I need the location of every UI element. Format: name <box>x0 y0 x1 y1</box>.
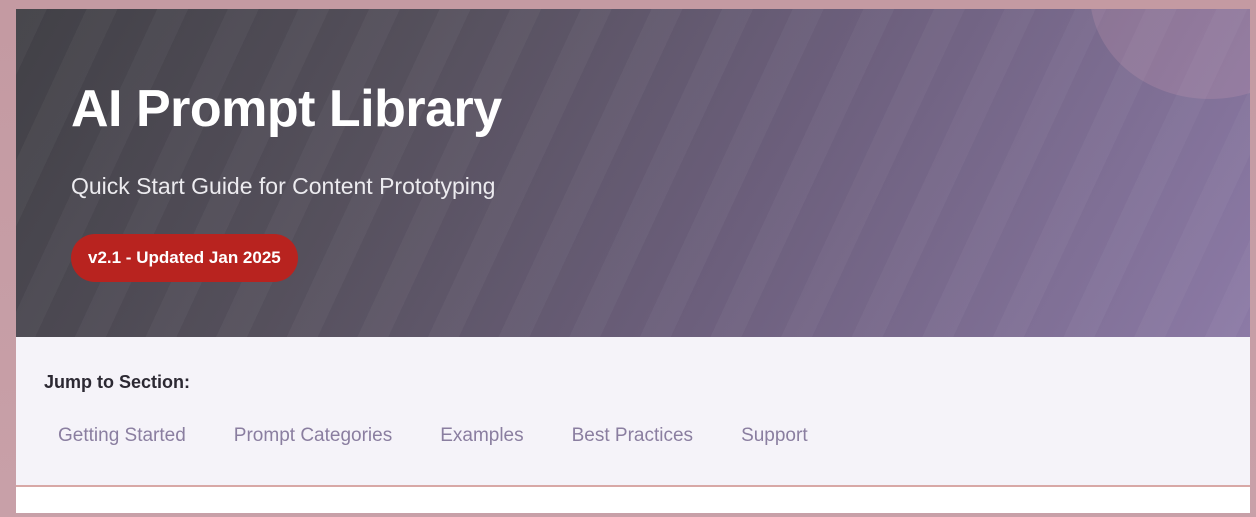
nav-item: Examples <box>440 423 523 449</box>
content-area <box>16 487 1250 513</box>
section-navigation: Jump to Section: Getting Started Prompt … <box>16 337 1250 487</box>
hero-banner: AI Prompt Library Quick Start Guide for … <box>16 9 1250 337</box>
nav-link-prompt-categories[interactable]: Prompt Categories <box>234 425 392 446</box>
browser-frame: AI Prompt Library Quick Start Guide for … <box>0 0 1256 517</box>
nav-item: Prompt Categories <box>234 423 392 449</box>
nav-link-getting-started[interactable]: Getting Started <box>58 425 186 446</box>
page: AI Prompt Library Quick Start Guide for … <box>16 9 1250 513</box>
nav-link-support[interactable]: Support <box>741 425 808 446</box>
page-subtitle: Quick Start Guide for Content Prototypin… <box>71 173 496 199</box>
nav-link-best-practices[interactable]: Best Practices <box>572 425 693 446</box>
page-title: AI Prompt Library <box>71 80 502 138</box>
nav-link-examples[interactable]: Examples <box>440 425 523 446</box>
nav-item: Best Practices <box>572 423 693 449</box>
nav-link-list: Getting Started Prompt Categories Exampl… <box>58 423 808 449</box>
version-badge: v2.1 - Updated Jan 2025 <box>71 234 298 282</box>
nav-item: Getting Started <box>58 423 186 449</box>
nav-heading: Jump to Section: <box>44 372 191 392</box>
nav-item: Support <box>741 423 808 449</box>
